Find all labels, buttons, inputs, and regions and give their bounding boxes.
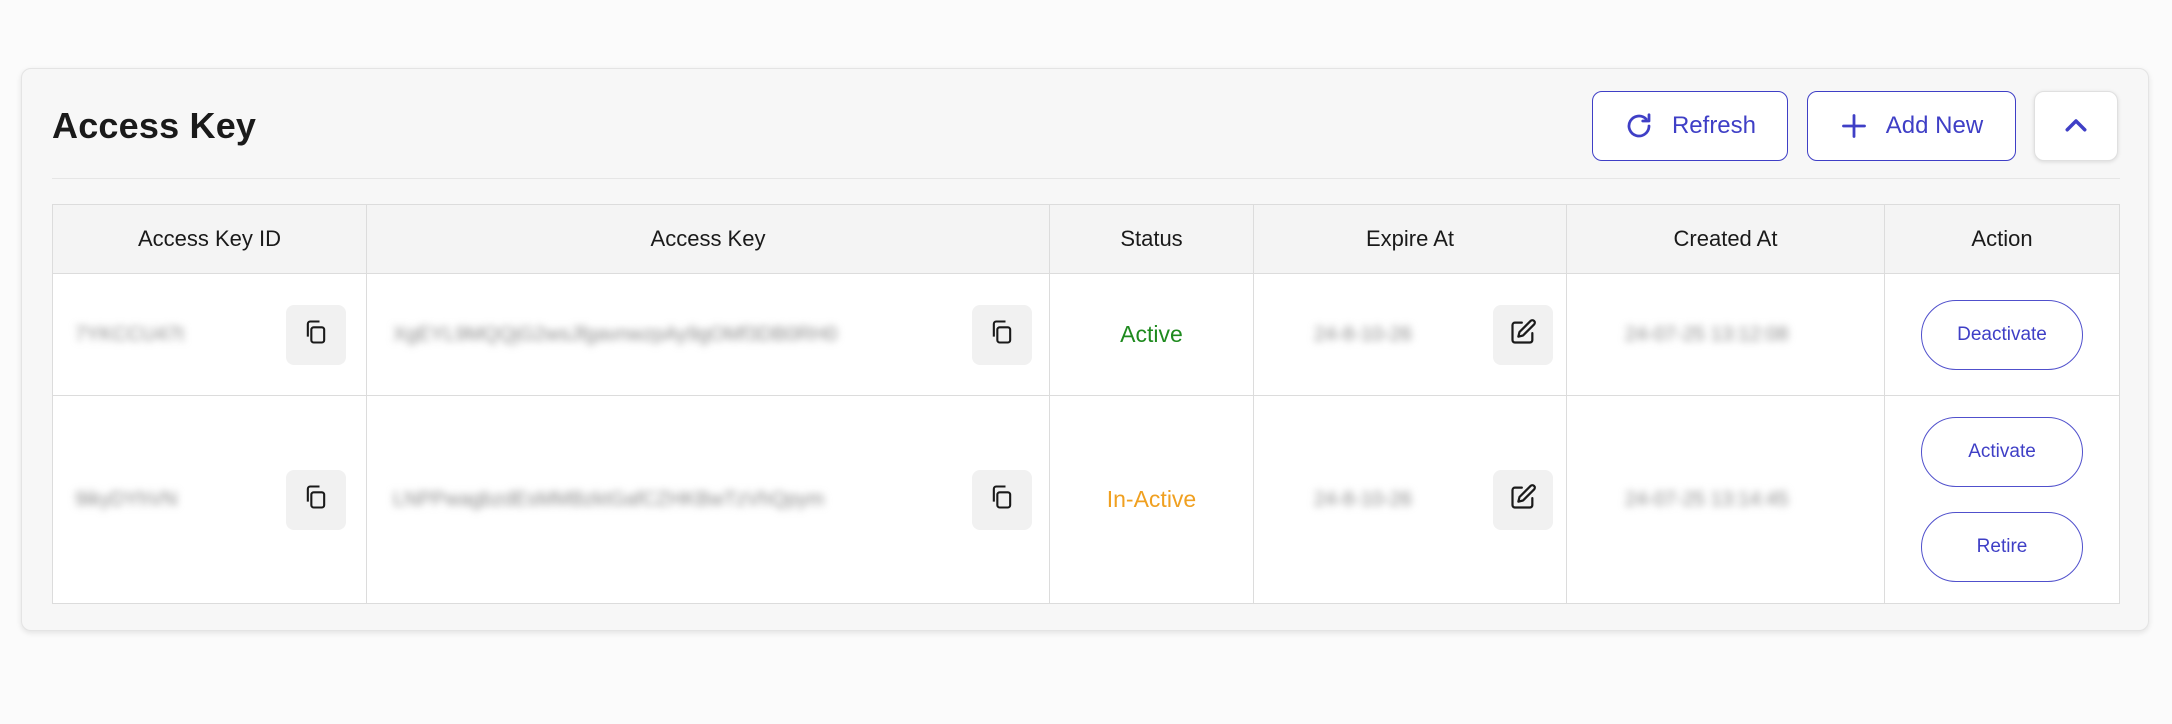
- access-key-id-cell: 9ikyDYhVN: [52, 395, 367, 604]
- column-header-status: Status: [1049, 204, 1254, 274]
- created-at-cell: 24-07-25 13:14:45: [1566, 395, 1885, 604]
- activate-button[interactable]: Activate: [1921, 417, 2083, 487]
- column-header-access-key-id: Access Key ID: [52, 204, 367, 274]
- refresh-label: Refresh: [1671, 112, 1757, 139]
- refresh-button[interactable]: Refresh: [1592, 91, 1788, 161]
- column-header-action: Action: [1884, 204, 2120, 274]
- copy-icon: [302, 483, 330, 516]
- edit-icon: [1509, 318, 1537, 351]
- plus-icon: [1840, 112, 1868, 140]
- created-at-value: 24-07-25 13:14:45: [1625, 488, 1789, 510]
- retire-button[interactable]: Retire: [1921, 512, 2083, 582]
- panel-title: Access Key: [52, 105, 257, 146]
- access-key-value: XgEYL9MQQjG2wsJfgavnwzpAy9gOMf3DB0RH0: [393, 323, 838, 345]
- expire-at-cell: 24-8-10-26: [1253, 395, 1567, 604]
- access-key-value: LNPPwagbzdEsMMBzktGafCZHKBwTzVhQpym: [393, 488, 825, 510]
- access-key-id-value: 9ikyDYhVN: [75, 488, 178, 510]
- access-key-cell: XgEYL9MQQjG2wsJfgavnwzpAy9gOMf3DB0RH0: [366, 273, 1050, 396]
- column-header-expire-at: Expire At: [1253, 204, 1567, 274]
- access-key-id-cell: 7YKCCU47t: [52, 273, 367, 396]
- add-new-button[interactable]: Add New: [1807, 91, 2016, 161]
- expire-at-value: 24-8-10-26: [1314, 488, 1412, 510]
- deactivate-button[interactable]: Deactivate: [1921, 299, 2083, 370]
- edit-icon: [1509, 483, 1537, 516]
- edit-expiry-button[interactable]: [1493, 304, 1553, 365]
- status-badge: In-Active: [1049, 395, 1254, 604]
- access-key-cell: LNPPwagbzdEsMMBzktGafCZHKBwTzVhQpym: [366, 395, 1050, 604]
- action-cell: Deactivate: [1884, 273, 2120, 396]
- table-header-row: Access Key ID Access Key Status Expire A…: [52, 204, 2120, 274]
- refresh-icon: [1624, 111, 1654, 141]
- column-header-access-key: Access Key: [366, 204, 1050, 274]
- status-badge: Active: [1049, 273, 1254, 396]
- copy-access-key-button[interactable]: [972, 469, 1032, 530]
- chevron-up-icon: [2061, 111, 2091, 141]
- add-new-label: Add New: [1885, 112, 1984, 139]
- copy-icon: [988, 318, 1016, 351]
- created-at-cell: 24-07-25 13:12:08: [1566, 273, 1885, 396]
- copy-key-id-button[interactable]: [286, 469, 346, 530]
- access-key-table: Access Key ID Access Key Status Expire A…: [52, 204, 2120, 604]
- collapse-button[interactable]: [2034, 91, 2118, 161]
- action-cell: Activate Retire: [1884, 395, 2120, 604]
- access-key-id-value: 7YKCCU47t: [75, 323, 184, 345]
- copy-icon: [988, 483, 1016, 516]
- created-at-value: 24-07-25 13:12:08: [1625, 323, 1789, 345]
- column-header-created-at: Created At: [1566, 204, 1885, 274]
- access-key-panel: Access Key Refresh Add New Access Key ID…: [21, 68, 2149, 631]
- header-divider: [52, 178, 2120, 179]
- copy-access-key-button[interactable]: [972, 304, 1032, 365]
- copy-key-id-button[interactable]: [286, 304, 346, 365]
- expire-at-value: 24-8-10-26: [1314, 323, 1412, 345]
- expire-at-cell: 24-8-10-26: [1253, 273, 1567, 396]
- edit-expiry-button[interactable]: [1493, 469, 1553, 530]
- copy-icon: [302, 318, 330, 351]
- table-row: 7YKCCU47t XgEYL9MQQjG2wsJfgavnwzpAy9gOMf…: [52, 273, 2120, 396]
- table-row: 9ikyDYhVN LNPPwagbzdEsMMBzktGafCZHKBwTzV…: [52, 395, 2120, 604]
